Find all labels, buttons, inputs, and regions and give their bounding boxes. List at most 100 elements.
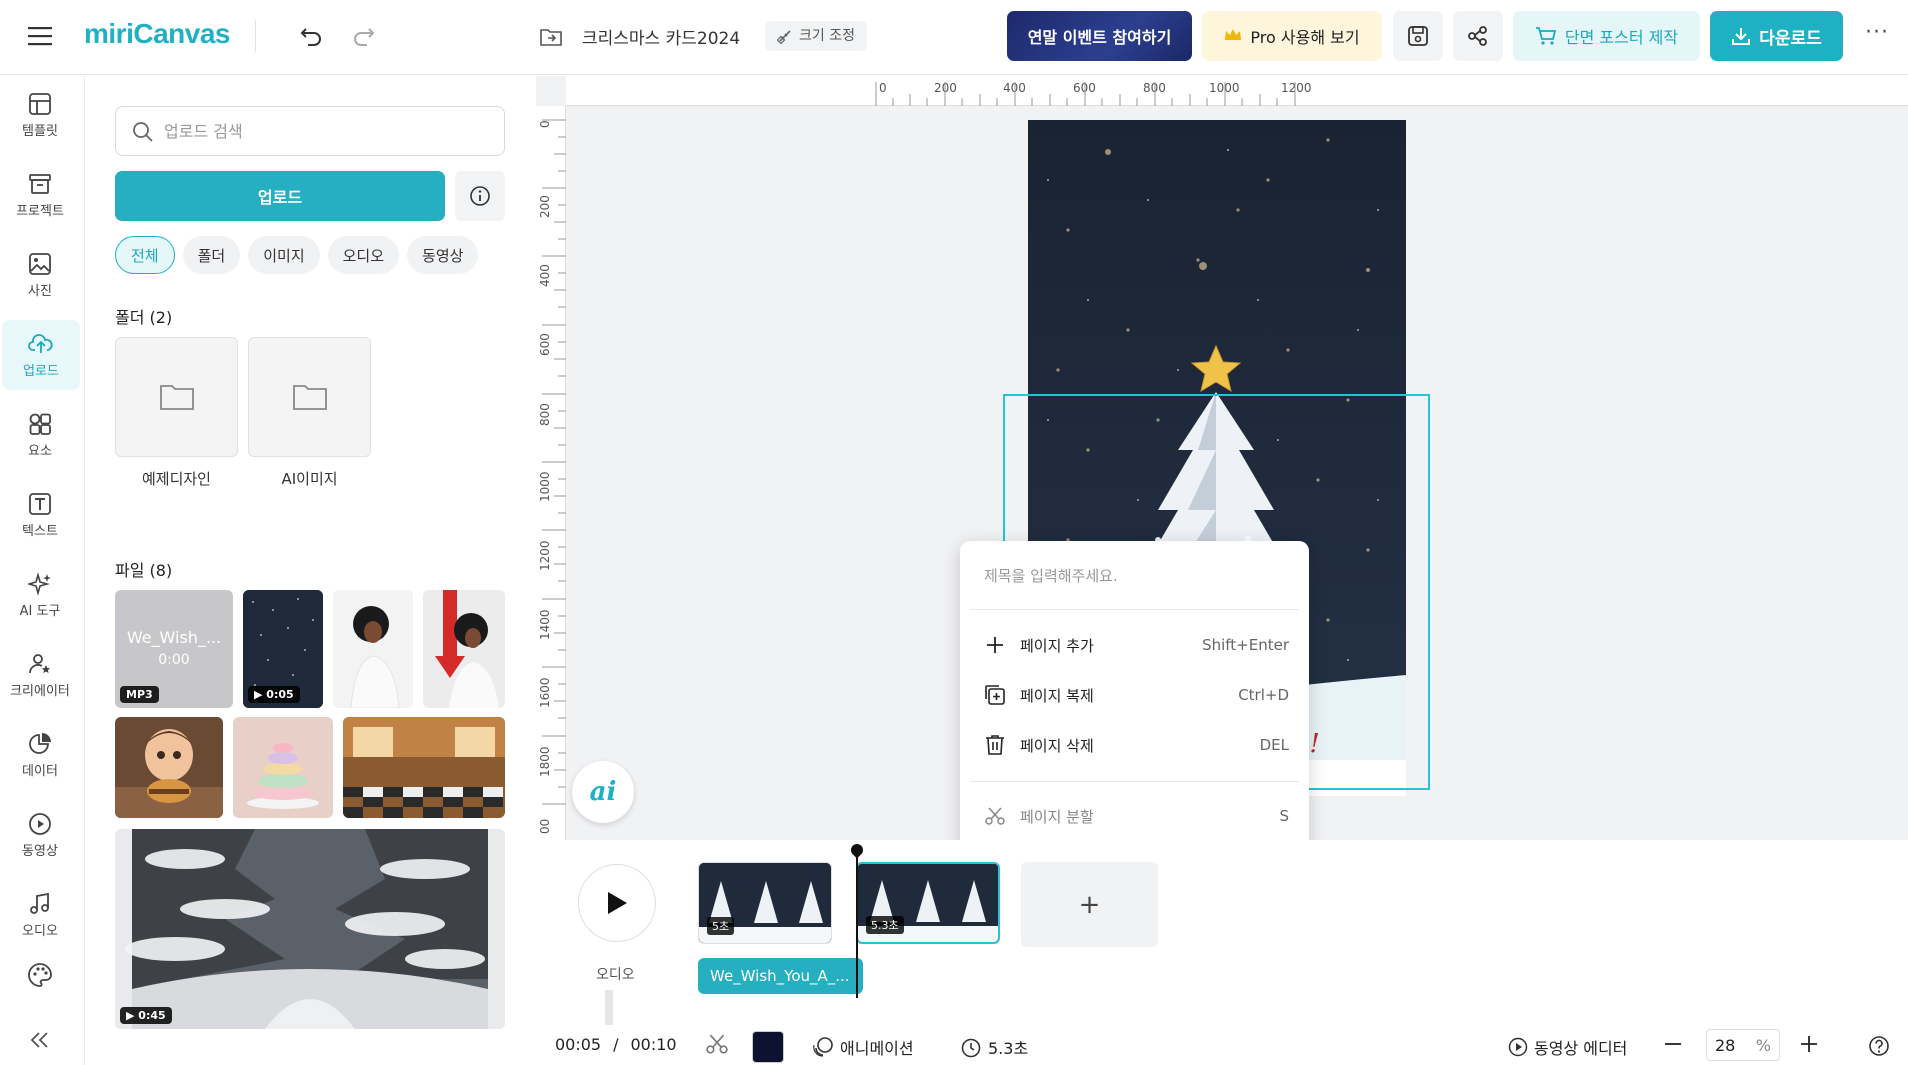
file-badge: ▶ 0:05 <box>248 686 300 703</box>
menu-item-duplicate-page[interactable]: 페이지 복제 Ctrl+D <box>984 675 1289 715</box>
rail-item-project[interactable]: 프로젝트 <box>0 160 80 230</box>
ai-assistant-button[interactable]: ai <box>572 761 634 823</box>
document-title[interactable]: 크리스마스 카드2024 <box>582 24 740 49</box>
audio-clip[interactable]: We_Wish_You_A_... <box>698 958 863 994</box>
upload-button[interactable]: 업로드 <box>115 171 445 221</box>
chip-video[interactable]: 동영상 <box>407 236 479 274</box>
animation-button[interactable]: 애니메이션 <box>812 1035 914 1059</box>
undo-icon[interactable] <box>297 22 325 50</box>
menu-item-add-page[interactable]: 페이지 추가 Shift+Enter <box>984 625 1289 665</box>
year-end-event-button[interactable]: 연말 이벤트 참여하기 <box>1007 11 1192 61</box>
page-clip-2[interactable]: 5.3초 <box>856 862 1000 944</box>
rail-item-audio[interactable]: 오디오 <box>0 880 80 950</box>
chip-audio[interactable]: 오디오 <box>327 236 400 274</box>
creator-icon <box>29 653 50 673</box>
rail-item-template[interactable]: 템플릿 <box>0 80 80 150</box>
zoom-unit: % <box>1755 1035 1771 1055</box>
background-color-swatch[interactable] <box>752 1031 784 1063</box>
ruler-ticks <box>875 82 1296 106</box>
rail-item-elements[interactable]: 요소 <box>0 400 80 470</box>
menu-item-shortcut: DEL <box>1259 736 1289 754</box>
file-thumb-video[interactable]: ▶ 0:05 <box>243 590 323 708</box>
upload-search-box[interactable] <box>115 106 505 156</box>
rail-item-palette[interactable] <box>0 950 80 1000</box>
video-editor-label: 동영상 에디터 <box>1534 1039 1628 1058</box>
playhead[interactable] <box>856 850 858 998</box>
plus-icon: + <box>1078 889 1101 920</box>
duration-label: 5.3초 <box>988 1039 1029 1058</box>
ai-sparkle-icon <box>28 571 51 596</box>
redo-icon[interactable] <box>350 22 378 50</box>
resize-label: 크기 조정 <box>799 28 855 44</box>
folder-item[interactable] <box>115 337 238 457</box>
ruler-label: 200 <box>538 195 552 218</box>
single-poster-print-button[interactable]: 단면 포스터 제작 <box>1513 11 1700 61</box>
video-editor-button[interactable]: 동영상 에디터 <box>1508 1035 1627 1059</box>
current-time: 00:05 <box>555 1035 602 1054</box>
folder-icon <box>292 385 327 410</box>
menu-item-label: 페이지 분할 <box>1020 807 1094 826</box>
rail-item-photo[interactable]: 사진 <box>0 240 80 310</box>
share-button[interactable] <box>1453 11 1503 61</box>
file-thumb-image[interactable] <box>233 717 333 818</box>
play-button[interactable] <box>578 864 656 942</box>
rail-item-text[interactable]: 텍스트 <box>0 480 80 550</box>
data-chart-icon <box>29 732 51 754</box>
split-scissors-icon[interactable] <box>706 1033 728 1055</box>
top-bar: miriCanvas 크리스마스 카드2024 크기 조정 연말 이벤트 참여하… <box>0 0 1908 75</box>
chip-image[interactable]: 이미지 <box>248 236 320 274</box>
zoom-out-icon[interactable] <box>1664 1035 1682 1053</box>
chip-folder[interactable]: 폴더 <box>182 236 241 274</box>
miricanvas-logo[interactable]: miriCanvas <box>84 18 230 50</box>
snowy-forest-image <box>115 829 505 1029</box>
zoom-input[interactable]: 28 % <box>1706 1029 1780 1061</box>
file-name: We_Wish_... <box>126 628 222 647</box>
help-icon[interactable] <box>1868 1035 1890 1057</box>
clip-duration: 5초 <box>707 917 735 935</box>
file-thumb-image[interactable] <box>333 590 413 708</box>
download-button[interactable]: 다운로드 <box>1710 11 1843 61</box>
file-thumb-video[interactable]: ▶ 0:45 <box>115 829 505 1029</box>
menu-item-shortcut: S <box>1279 807 1289 825</box>
chip-all[interactable]: 전체 <box>115 236 175 274</box>
file-thumb-image[interactable] <box>423 590 505 708</box>
time-separator: / <box>613 1035 619 1054</box>
trash-icon <box>984 734 1006 756</box>
rail-item-upload[interactable]: 업로드 <box>2 320 80 390</box>
pro-label: Pro 사용해 보기 <box>1250 28 1360 47</box>
folder-move-icon[interactable] <box>538 24 564 50</box>
pro-trial-button[interactable]: Pro 사용해 보기 <box>1202 11 1382 61</box>
file-duration-badge: 0:45 <box>138 1009 166 1022</box>
file-thumb-audio[interactable]: We_Wish_... 0:00 MP3 <box>115 590 233 708</box>
ruler-label: 0 <box>538 120 552 128</box>
collapse-panel-icon[interactable] <box>0 1020 80 1060</box>
play-icon <box>608 892 627 914</box>
time-display: 00:05 / 00:10 <box>555 1035 677 1054</box>
file-thumb-image[interactable] <box>343 717 505 818</box>
folder-item[interactable] <box>248 337 371 457</box>
add-page-button[interactable]: + <box>1021 862 1158 947</box>
file-thumb-image[interactable] <box>115 717 223 818</box>
rail-item-data[interactable]: 데이터 <box>0 720 80 790</box>
rail-label: 텍스트 <box>22 523 58 539</box>
ruler-label: 400 <box>538 264 552 287</box>
download-label: 다운로드 <box>1759 28 1822 49</box>
page-duration-button[interactable]: 5.3초 <box>960 1035 1028 1059</box>
horizontal-ruler: 0 200 400 600 800 1000 1200 <box>566 76 1908 106</box>
more-options-icon[interactable]: ··· <box>1865 20 1889 45</box>
zoom-in-icon[interactable] <box>1800 1035 1818 1053</box>
page-title-input[interactable]: 제목을 입력해주세요. <box>984 565 1118 586</box>
menu-item-label: 페이지 삭제 <box>1020 736 1094 755</box>
app-root: miriCanvas 크리스마스 카드2024 크기 조정 연말 이벤트 참여하… <box>0 0 1908 1065</box>
info-button[interactable] <box>455 171 505 221</box>
rail-item-ai-tools[interactable]: AI 도구 <box>0 560 80 630</box>
upload-search-input[interactable] <box>164 107 494 155</box>
rail-item-creator[interactable]: 크리에이터 <box>0 640 80 710</box>
menu-item-delete-page[interactable]: 페이지 삭제 DEL <box>984 725 1289 765</box>
hamburger-menu-icon[interactable] <box>26 22 54 50</box>
rail-item-video[interactable]: 동영상 <box>0 800 80 870</box>
rail-label: 크리에이터 <box>10 683 70 699</box>
page-clip-1[interactable]: 5초 <box>698 862 832 944</box>
resize-button[interactable]: 크기 조정 <box>765 21 867 51</box>
save-button[interactable] <box>1393 11 1443 61</box>
